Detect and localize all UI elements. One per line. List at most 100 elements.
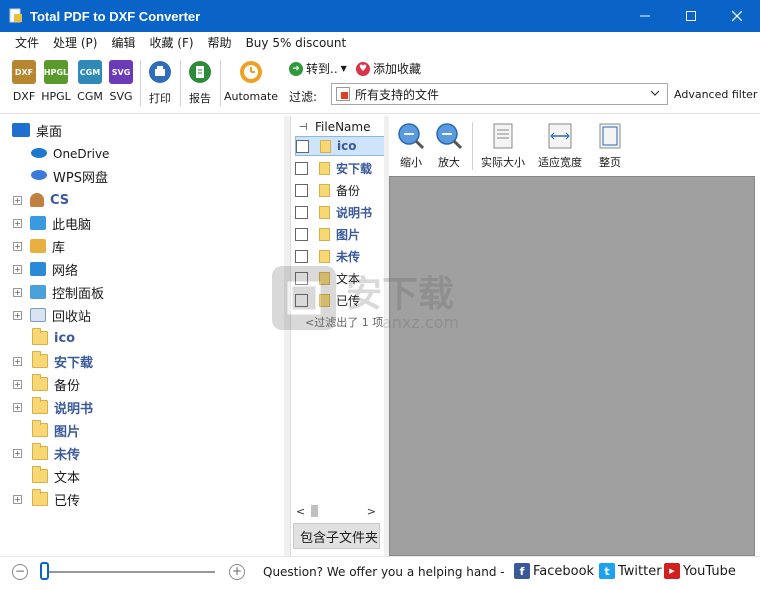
- scroll-thumb[interactable]: [311, 505, 319, 517]
- zoom-out-button[interactable]: 缩小: [397, 122, 425, 170]
- menu-help[interactable]: 帮助: [201, 32, 239, 54]
- folder-icon: [32, 489, 48, 506]
- include-subfolders-button[interactable]: 包含子文件夹: [293, 523, 380, 549]
- file-row[interactable]: 已传: [295, 290, 385, 310]
- tree-item-label: 已传: [54, 493, 81, 509]
- hpgl-button[interactable]: HPGL HPGL: [40, 60, 72, 103]
- row-checkbox[interactable]: [295, 271, 308, 285]
- tree-item-label: 桌面: [36, 124, 63, 140]
- twitter-link[interactable]: t Twitter: [599, 563, 662, 579]
- print-label: 打印: [149, 92, 171, 105]
- dxf-button[interactable]: DXF DXF: [8, 60, 40, 103]
- file-row[interactable]: 图片: [295, 224, 385, 244]
- tree-item-this-pc[interactable]: 此电脑: [30, 212, 91, 234]
- pin-icon: ⊣: [298, 121, 308, 133]
- file-row[interactable]: 未传: [295, 246, 385, 266]
- convert-to-button[interactable]: ➜ 转到.. ▼: [289, 60, 347, 77]
- actual-size-button[interactable]: 实际大小: [481, 122, 525, 170]
- file-row[interactable]: 说明书: [295, 202, 385, 222]
- tree-item-folder[interactable]: 说明书: [32, 396, 93, 418]
- tree-item-folder[interactable]: 文本: [32, 465, 80, 487]
- scroll-right-icon[interactable]: >: [367, 505, 376, 518]
- row-checkbox[interactable]: [295, 293, 308, 307]
- zoom-in-button[interactable]: 放大: [435, 122, 463, 170]
- file-row[interactable]: 文本: [295, 268, 385, 288]
- tree-item-folder[interactable]: 未传: [32, 442, 80, 464]
- advanced-filter-link[interactable]: Advanced filter: [674, 88, 757, 101]
- expand-icon[interactable]: +: [13, 196, 22, 205]
- facebook-link[interactable]: f Facebook: [514, 563, 594, 579]
- tree-item-label: CS: [50, 192, 70, 208]
- tree-item-recycle-bin[interactable]: 回收站: [30, 304, 91, 326]
- tree-item-library[interactable]: 库: [30, 235, 65, 257]
- minimize-icon[interactable]: [622, 0, 668, 32]
- tree-item-wps[interactable]: WPS网盘: [30, 165, 108, 187]
- printer-icon: [148, 60, 172, 84]
- tree-item-desktop[interactable]: 桌面: [12, 119, 62, 141]
- tree-item-folder[interactable]: ico: [32, 327, 75, 349]
- tree-item-folder[interactable]: 备份: [32, 373, 80, 395]
- network-icon: [30, 262, 46, 276]
- recycle-bin-icon: [30, 308, 46, 322]
- horizontal-scrollbar[interactable]: < >: [292, 503, 380, 519]
- file-row[interactable]: ico: [295, 136, 385, 156]
- whole-page-button[interactable]: 整页: [596, 122, 624, 170]
- menu-buy-discount[interactable]: Buy 5% discount: [239, 32, 354, 54]
- filelist-header[interactable]: ⊣ FileName: [291, 118, 386, 136]
- cgm-button[interactable]: CGM CGM: [74, 60, 106, 103]
- tree-item-label: ico: [54, 330, 76, 346]
- tree-item-cs[interactable]: CS: [30, 189, 69, 211]
- maximize-icon[interactable]: [668, 0, 714, 32]
- tree-item-folder[interactable]: 安下载: [32, 350, 93, 372]
- tree-item-folder[interactable]: 已传: [32, 488, 80, 510]
- automate-button[interactable]: Automate: [224, 60, 278, 103]
- youtube-icon: ▶: [664, 563, 680, 579]
- folder-icon: [319, 249, 330, 263]
- folder-icon: [319, 161, 330, 175]
- zoom-slider-thumb[interactable]: [40, 562, 49, 580]
- row-checkbox[interactable]: [295, 205, 308, 219]
- file-row[interactable]: 备份: [295, 180, 385, 200]
- tree-item-folder[interactable]: 图片: [32, 419, 80, 441]
- row-checkbox[interactable]: [296, 139, 309, 153]
- filename-column-header[interactable]: FileName: [315, 120, 370, 134]
- expand-icon[interactable]: +: [13, 242, 22, 251]
- expand-icon[interactable]: +: [13, 449, 22, 458]
- youtube-link[interactable]: ▶ YouTube: [664, 563, 736, 579]
- tree-item-label: 此电脑: [52, 217, 92, 233]
- row-checkbox[interactable]: [295, 249, 308, 263]
- zoom-slider-track[interactable]: [45, 571, 215, 573]
- expand-icon[interactable]: +: [13, 380, 22, 389]
- app-icon: [8, 8, 24, 24]
- status-bar: − + Question? We offer you a helping han…: [0, 556, 760, 590]
- expand-icon[interactable]: +: [13, 403, 22, 412]
- zoom-plus-icon[interactable]: +: [229, 564, 245, 580]
- expand-icon[interactable]: +: [13, 288, 22, 297]
- row-checkbox[interactable]: [295, 161, 308, 175]
- print-button[interactable]: 打印: [144, 60, 176, 106]
- menu-file[interactable]: 文件: [8, 32, 46, 54]
- svg-button[interactable]: SVG SVG: [105, 60, 137, 103]
- menu-favorites[interactable]: 收藏 (F): [142, 32, 200, 54]
- report-button[interactable]: 报告: [184, 60, 216, 106]
- expand-icon[interactable]: +: [13, 311, 22, 320]
- scroll-left-icon[interactable]: <: [296, 505, 305, 518]
- tree-item-network[interactable]: 网络: [30, 258, 78, 280]
- expand-icon[interactable]: +: [13, 265, 22, 274]
- row-checkbox[interactable]: [295, 227, 308, 241]
- filter-select[interactable]: 所有支持的文件: [331, 83, 668, 105]
- menu-edit[interactable]: 编辑: [104, 32, 142, 54]
- expand-icon[interactable]: +: [13, 495, 22, 504]
- row-checkbox[interactable]: [295, 183, 308, 197]
- expand-icon[interactable]: +: [13, 219, 22, 228]
- add-favorite-button[interactable]: ♥ 添加收藏: [356, 60, 421, 77]
- close-icon[interactable]: [714, 0, 760, 32]
- menu-process[interactable]: 处理 (P): [46, 32, 104, 54]
- fit-width-button[interactable]: 适应宽度: [538, 122, 582, 170]
- tree-item-control-panel[interactable]: 控制面板: [30, 281, 104, 303]
- expand-icon[interactable]: +: [13, 357, 22, 366]
- tree-item-onedrive[interactable]: OneDrive: [30, 143, 109, 165]
- preview-area[interactable]: [389, 176, 755, 556]
- zoom-minus-icon[interactable]: −: [12, 564, 28, 580]
- file-row[interactable]: 安下载: [295, 158, 385, 178]
